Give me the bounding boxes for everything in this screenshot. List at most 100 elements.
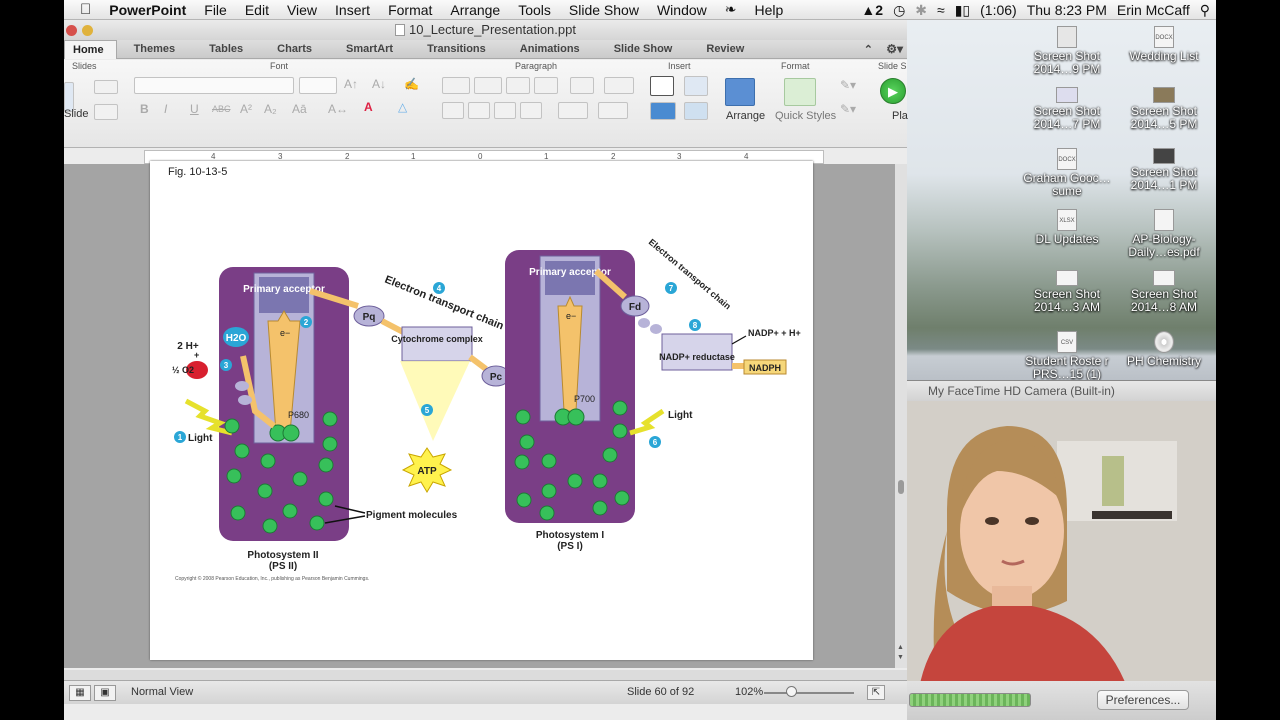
quick-styles-icon[interactable]	[784, 78, 816, 106]
shrink-font-icon[interactable]: A↓	[372, 77, 386, 91]
adobe-icon[interactable]: ▲2	[861, 2, 883, 18]
desktop-icon-ap-biology[interactable]: AP-Biology-Daily…es.pdf	[1118, 209, 1210, 259]
indent-less-button[interactable]	[506, 77, 530, 94]
fit-window-icon[interactable]: ⇱	[867, 685, 885, 700]
desktop-icon-student-roster[interactable]: CSV Student Roste r PRS…15 (1)	[1021, 331, 1113, 381]
strikethrough-icon[interactable]: ABC	[212, 104, 231, 114]
spotlight-icon[interactable]: ⚲	[1200, 2, 1210, 19]
next-slide-icon[interactable]: ▼	[897, 654, 904, 661]
slide[interactable]: Fig. 10-13-5 Primary acceptor e− P680 H2…	[150, 161, 813, 660]
menu-tools[interactable]: Tools	[509, 2, 560, 18]
layout-button[interactable]	[94, 80, 118, 94]
font-name-field[interactable]	[134, 77, 294, 94]
minimize-button[interactable]	[82, 25, 93, 36]
desktop-icon-screenshot-2[interactable]: Screen Shot 2014…7 PM	[1021, 87, 1113, 131]
menu-window[interactable]: Window	[648, 2, 716, 18]
superscript-icon[interactable]: A²	[240, 102, 252, 116]
align-center-button[interactable]	[468, 102, 490, 119]
menu-format[interactable]: Format	[379, 2, 441, 18]
desktop-icon-wedding-list[interactable]: DOCX Wedding List	[1118, 26, 1210, 63]
menu-slide-show[interactable]: Slide Show	[560, 2, 648, 18]
arrange-icon[interactable]	[725, 78, 755, 106]
numbering-button[interactable]	[474, 77, 502, 94]
desktop-icon-ph-chemistry[interactable]: PH Chemistry	[1118, 331, 1210, 368]
menu-insert[interactable]: Insert	[326, 2, 379, 18]
clear-format-icon[interactable]: ✍	[404, 77, 419, 91]
vertical-scrollbar[interactable]: ▲ ▼	[895, 164, 907, 668]
char-spacing-icon[interactable]: A↔	[328, 102, 348, 116]
subscript-icon[interactable]: A₂	[264, 102, 277, 116]
close-button[interactable]	[66, 25, 77, 36]
desktop-icon-screenshot-4[interactable]: Screen Shot 2014…1 PM	[1118, 148, 1210, 192]
tab-animations[interactable]: Animations	[503, 40, 597, 59]
tab-charts[interactable]: Charts	[260, 40, 329, 59]
scroll-thumb[interactable]	[898, 480, 904, 494]
desktop-icon-graham-resume[interactable]: DOCX Graham Gooc…sume	[1021, 148, 1113, 198]
ribbon-options-icon[interactable]: ⚙▾	[886, 42, 903, 56]
tab-transitions[interactable]: Transitions	[410, 40, 503, 59]
shape-icon[interactable]	[650, 102, 676, 120]
font-size-field[interactable]	[299, 77, 337, 94]
presenter-view-icon[interactable]: ▣	[94, 685, 116, 701]
text-box-icon[interactable]	[650, 76, 674, 96]
section-button[interactable]	[94, 104, 118, 120]
pigment-molecule	[602, 447, 618, 463]
play-icon[interactable]: ▶	[880, 78, 906, 104]
desktop-icon-screenshot-3[interactable]: Screen Shot 2014…5 PM	[1118, 87, 1210, 131]
tab-slide-show[interactable]: Slide Show	[597, 40, 690, 59]
wifi-icon[interactable]: ≈	[937, 2, 945, 18]
justify-button[interactable]	[520, 102, 542, 119]
line-icon[interactable]: ✎▾	[840, 102, 856, 116]
underline-icon[interactable]: U	[190, 102, 199, 116]
app-menu[interactable]: PowerPoint	[100, 2, 195, 18]
italic-icon[interactable]: I	[164, 102, 167, 116]
desktop-icon-screenshot-6[interactable]: Screen Shot 2014…8 AM	[1118, 270, 1210, 314]
preferences-button[interactable]: Preferences...	[1097, 690, 1189, 710]
zoom-level[interactable]: 102%	[735, 686, 763, 698]
collapse-ribbon-icon[interactable]: ⌃	[864, 43, 873, 56]
fill-icon[interactable]: ✎▾	[840, 78, 856, 92]
ps2-subtitle: (PS II)	[269, 561, 297, 572]
clock[interactable]: Thu 8:23 PM	[1027, 2, 1107, 18]
bullets-button[interactable]	[442, 77, 470, 94]
media-icon[interactable]	[684, 102, 708, 120]
tab-tables[interactable]: Tables	[192, 40, 260, 59]
prev-slide-icon[interactable]: ▲	[897, 644, 904, 651]
menu-edit[interactable]: Edit	[236, 2, 278, 18]
bluetooth-icon[interactable]: ✱	[915, 2, 927, 19]
picture-icon[interactable]	[684, 76, 708, 96]
desktop-icon-screenshot-5[interactable]: Screen Shot 2014…3 AM	[1021, 270, 1113, 314]
desktop-icon-screenshot-1[interactable]: Screen Shot 2014…9 PM	[1021, 26, 1113, 76]
menu-file[interactable]: File	[195, 2, 236, 18]
notes-splitter[interactable]	[64, 670, 907, 680]
desktop-icon-dl-updates[interactable]: XLSX DL Updates	[1021, 209, 1113, 246]
zoom-slider[interactable]	[764, 692, 854, 694]
bold-icon[interactable]: B	[140, 102, 149, 116]
text-direction-button[interactable]	[558, 102, 588, 119]
tab-review[interactable]: Review	[689, 40, 761, 59]
grow-font-icon[interactable]: A↑	[344, 77, 358, 91]
text-effects-icon[interactable]: △	[398, 100, 407, 114]
align-text-button[interactable]	[598, 102, 628, 119]
tab-smartart[interactable]: SmartArt	[329, 40, 410, 59]
user-menu[interactable]: Erin McCaff	[1117, 2, 1190, 18]
font-color-icon[interactable]: A	[364, 100, 373, 114]
time-machine-icon[interactable]: ◷	[893, 2, 905, 19]
zoom-slider-thumb[interactable]	[786, 686, 797, 697]
line-spacing-button[interactable]	[570, 77, 594, 94]
battery-icon[interactable]: ▮▯	[955, 2, 970, 19]
align-left-button[interactable]	[442, 102, 464, 119]
case-icon[interactable]: Aā	[292, 102, 307, 116]
indent-more-button[interactable]	[534, 77, 558, 94]
tab-themes[interactable]: Themes	[117, 40, 193, 59]
menu-view[interactable]: View	[278, 2, 326, 18]
columns-button[interactable]	[604, 77, 634, 94]
pigment-molecule	[539, 505, 555, 521]
tab-home[interactable]: Home	[64, 39, 117, 59]
menu-help[interactable]: Help	[745, 2, 792, 18]
slide-sorter-icon[interactable]: ▦	[69, 685, 91, 701]
align-right-button[interactable]	[494, 102, 516, 119]
menu-arrange[interactable]: Arrange	[441, 2, 509, 18]
apple-icon[interactable]: 	[64, 1, 100, 18]
script-menu-icon[interactable]: ❧	[716, 1, 746, 18]
